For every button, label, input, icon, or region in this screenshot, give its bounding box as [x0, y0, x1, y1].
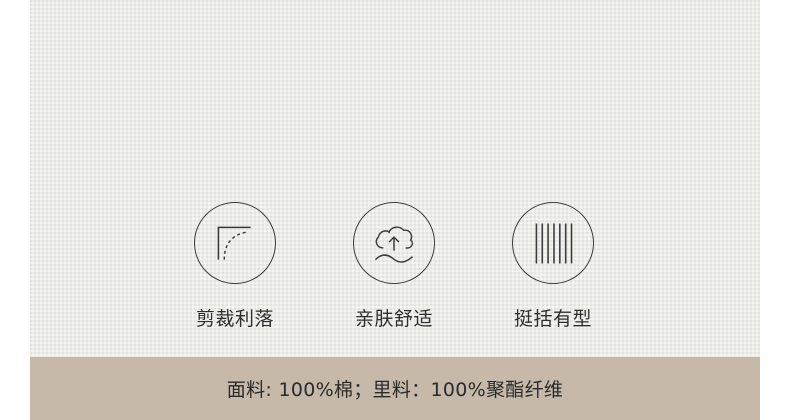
material-info-bar: 面料: 100%棉；里料：100%聚酯纤维 [30, 357, 760, 420]
feature-skin-friendly: 亲肤舒适 [319, 202, 469, 331]
feature-label: 挺括有型 [513, 308, 592, 330]
feature-label: 剪裁利落 [195, 308, 274, 330]
fabric-texture-panel: 剪裁利落 亲肤舒适 挺括有型 [30, 0, 760, 357]
vertical-lines-icon [512, 202, 594, 284]
feature-label: 亲肤舒适 [354, 308, 433, 330]
material-composition-text: 面料: 100%棉；里料：100%聚酯纤维 [226, 379, 564, 401]
tailoring-corner-icon [194, 202, 276, 284]
feature-stiff-shape: 挺括有型 [478, 202, 628, 331]
feature-crisp-tailoring: 剪裁利落 [160, 202, 310, 331]
breathable-cloud-icon [353, 202, 435, 284]
